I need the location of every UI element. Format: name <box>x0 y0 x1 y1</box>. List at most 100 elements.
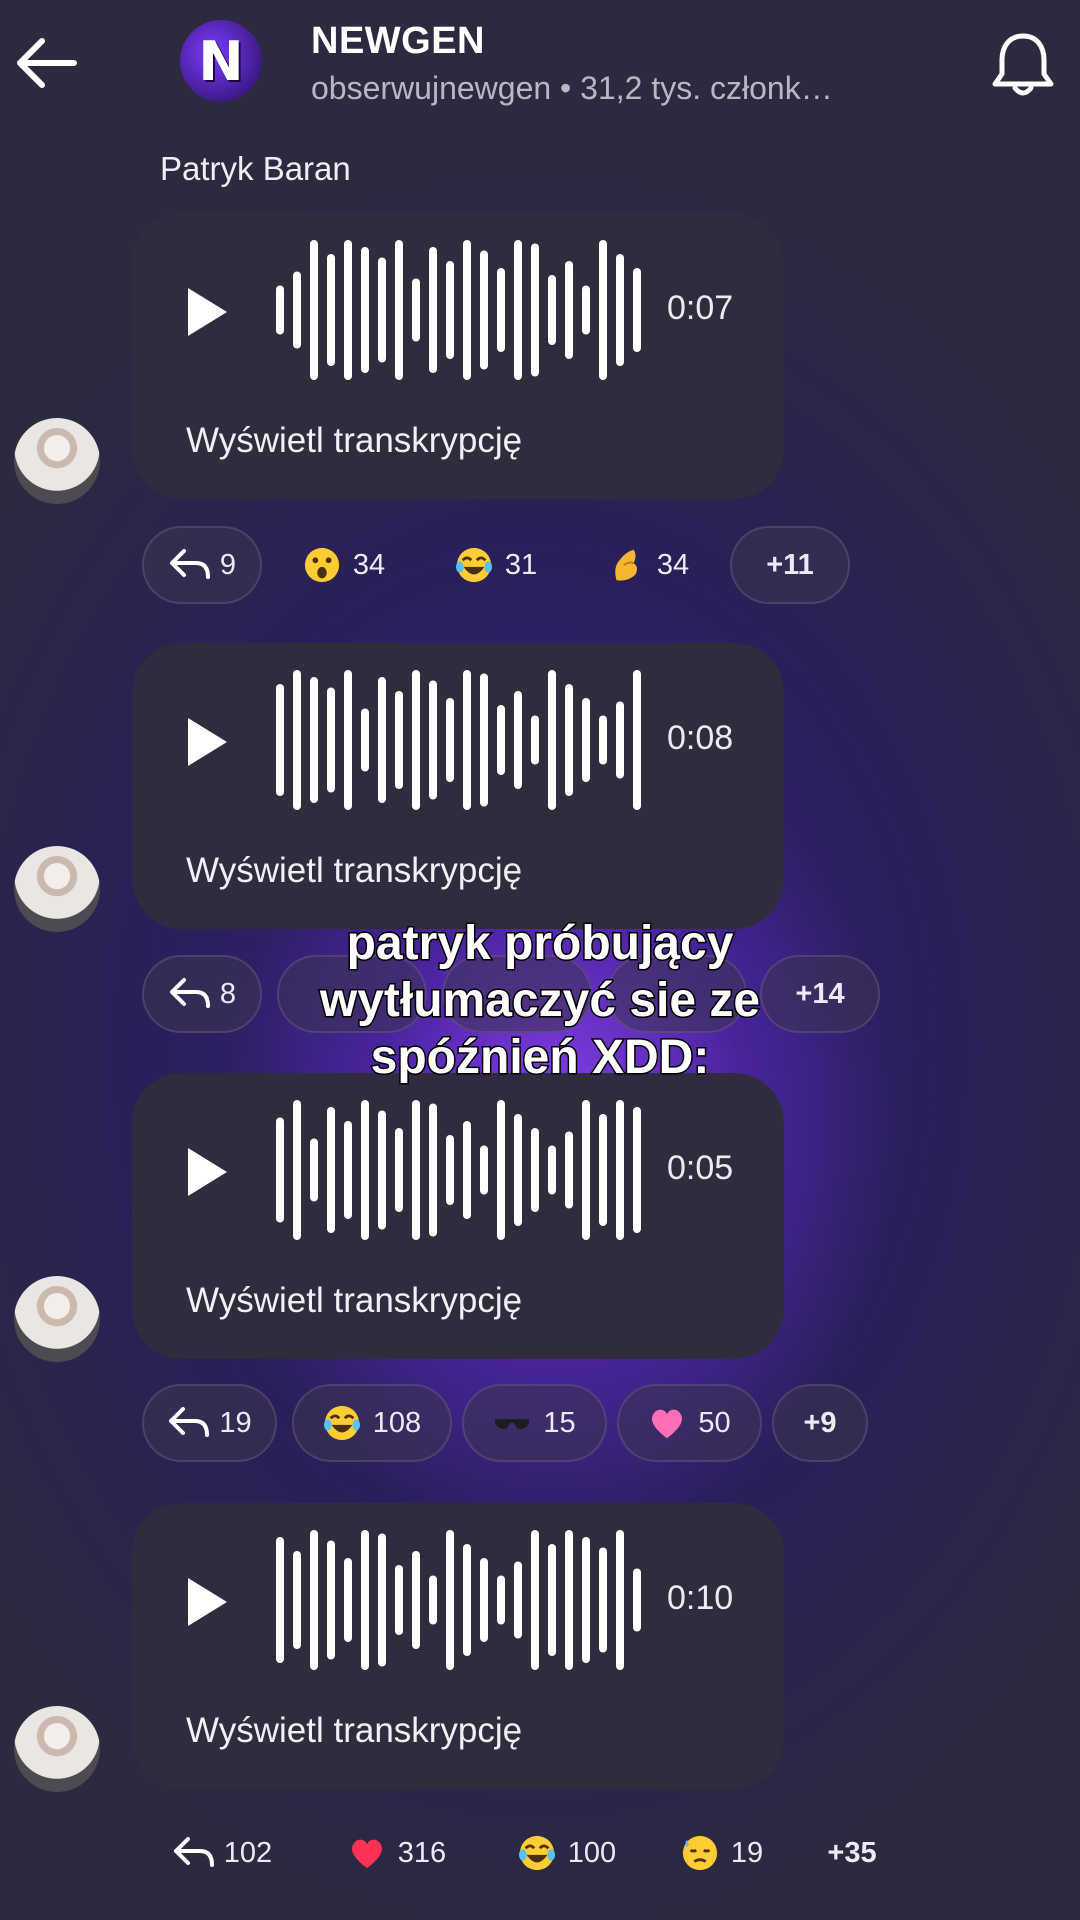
more-reactions-button[interactable]: +35 <box>802 1814 902 1892</box>
play-icon[interactable] <box>184 1145 230 1199</box>
waveform-bar <box>310 677 318 803</box>
waveform-bar <box>344 1558 352 1642</box>
waveform-bar <box>633 1107 641 1233</box>
chat-header: N NEWGEN obserwujnewgen • 31,2 tys. czło… <box>0 0 1080 130</box>
reaction-pill[interactable]: 19 <box>657 1814 787 1892</box>
reply-icon <box>169 1407 210 1437</box>
waveform-bar <box>378 1110 386 1230</box>
waveform-bar <box>429 680 437 800</box>
back-arrow-icon[interactable] <box>12 28 82 98</box>
audio-waveform[interactable] <box>272 1095 652 1245</box>
reaction-bar: 102 316 100 19 +35 <box>142 1814 1042 1892</box>
waveform-bar <box>361 1100 369 1240</box>
reaction-pill[interactable]: 108 <box>292 1384 452 1462</box>
waveform-bar <box>293 1551 301 1649</box>
message-author: Patryk Baran <box>160 150 351 187</box>
waveform-bar <box>514 691 522 789</box>
more-reactions-count: +35 <box>827 1836 877 1869</box>
waveform-bar <box>327 687 335 793</box>
waveform-bar <box>599 1547 607 1653</box>
play-icon[interactable] <box>184 715 230 769</box>
show-transcript-link[interactable]: Wyświetl transkrypcję <box>186 1711 522 1751</box>
audio-waveform[interactable] <box>272 235 652 385</box>
show-transcript-link[interactable]: Wyświetl transkrypcję <box>186 851 522 891</box>
waveform-bar <box>497 1100 505 1240</box>
waveform-bar <box>395 1565 403 1635</box>
waveform-bar <box>480 1145 488 1195</box>
waveform-bar <box>497 1575 505 1625</box>
audio-duration: 0:10 <box>667 1579 734 1617</box>
waveform-bar <box>463 1544 471 1656</box>
waveform-bar <box>480 673 488 807</box>
reaction-pill[interactable]: 34 <box>578 526 718 604</box>
reaction-pill[interactable]: 316 <box>327 1814 467 1892</box>
show-transcript-link[interactable]: Wyświetl transkrypcję <box>186 421 522 461</box>
waveform-bar <box>616 701 624 779</box>
show-transcript-link[interactable]: Wyświetl transkrypcję <box>186 1281 522 1321</box>
waveform-bar <box>463 240 471 380</box>
waveform-bar <box>599 715 607 765</box>
waveform-bar <box>446 1135 454 1205</box>
reply-count-button[interactable]: 102 <box>152 1814 292 1892</box>
sunglasses-icon <box>495 1419 530 1430</box>
waveform-bar <box>361 708 369 772</box>
reaction-count: 50 <box>698 1406 731 1439</box>
sender-avatar[interactable] <box>14 1706 100 1792</box>
bell-icon[interactable] <box>990 30 1056 100</box>
reaction-pill[interactable]: 100 <box>497 1814 637 1892</box>
waveform-bar <box>616 254 624 366</box>
group-subtitle: obserwujnewgen • 31,2 tys. członk… <box>311 70 833 106</box>
pinched-fingers-icon <box>615 549 637 581</box>
waveform-bar <box>531 715 539 765</box>
sender-avatar[interactable] <box>14 1276 100 1362</box>
waveform-bar <box>327 1107 335 1233</box>
sender-avatar[interactable] <box>14 418 100 504</box>
waveform-bar <box>514 1561 522 1639</box>
waveform-bar <box>327 1540 335 1660</box>
more-reactions-count: +9 <box>803 1406 837 1439</box>
waveform-bar <box>412 278 420 342</box>
waveform-bar <box>310 1138 318 1202</box>
waveform-bar <box>582 1537 590 1663</box>
waveform-bar <box>599 1114 607 1226</box>
waveform-bar <box>327 254 335 366</box>
reaction-bar: 19 108 15 50 +9 <box>142 1384 1042 1462</box>
waveform-bar <box>293 670 301 810</box>
reaction-pill[interactable]: 50 <box>617 1384 762 1462</box>
waveform-bar <box>395 1128 403 1212</box>
waveform-bar <box>395 691 403 789</box>
waveform-bar <box>582 698 590 782</box>
voice-message: 0:05 Wyświetl transkrypcję <box>132 1073 784 1359</box>
waveform-bar <box>276 1537 284 1663</box>
waveform-bar <box>531 1530 539 1670</box>
waveform-bar <box>480 1558 488 1642</box>
waveform-bar <box>293 271 301 349</box>
reply-count-button[interactable]: 9 <box>142 526 262 604</box>
reaction-count: 34 <box>656 548 690 581</box>
group-name[interactable]: NEWGEN <box>311 20 485 63</box>
more-reactions-button[interactable]: +9 <box>772 1384 868 1462</box>
waveform-bar <box>616 1530 624 1670</box>
waveform-bar <box>514 1114 522 1226</box>
group-logo-letter: N <box>198 29 244 93</box>
audio-waveform[interactable] <box>272 1525 652 1675</box>
reaction-count: 34 <box>352 548 386 581</box>
reaction-pill[interactable]: 15 <box>462 1384 607 1462</box>
reply-count-button[interactable]: 19 <box>142 1384 277 1462</box>
sender-avatar[interactable] <box>14 846 100 932</box>
reaction-count: 316 <box>397 1836 447 1869</box>
reaction-pill[interactable]: 31 <box>426 526 566 604</box>
waveform-bar <box>633 670 641 810</box>
waveform-bar <box>429 1103 437 1237</box>
reaction-count: 31 <box>504 548 538 581</box>
pink-heart-icon <box>652 1409 683 1439</box>
waveform-bar <box>293 1100 301 1240</box>
more-reactions-button[interactable]: +11 <box>730 526 850 604</box>
waveform-bar <box>276 1117 284 1223</box>
play-icon[interactable] <box>184 1575 230 1629</box>
reaction-pill[interactable]: 34 <box>274 526 414 604</box>
play-icon[interactable] <box>184 285 230 339</box>
audio-waveform[interactable] <box>272 665 652 815</box>
voice-message: 0:10 Wyświetl transkrypcję <box>132 1503 784 1789</box>
group-avatar[interactable]: N <box>180 20 262 102</box>
